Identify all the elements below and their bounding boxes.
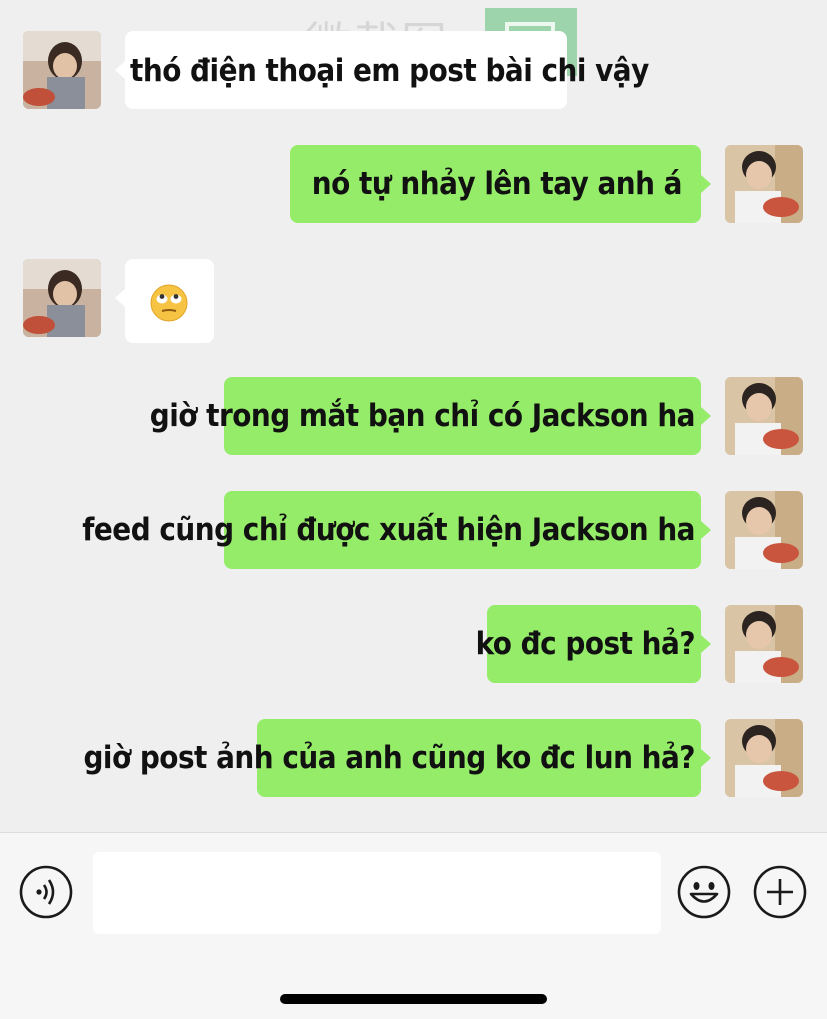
contact-avatar[interactable] (23, 259, 101, 337)
my-avatar[interactable] (725, 145, 803, 223)
message-text: thó điện thoại em post bài chi vậy (130, 53, 649, 89)
voice-icon[interactable] (19, 865, 73, 919)
message-text: ko đc post hả? (475, 626, 696, 662)
rolling-eyes-emoji-icon (150, 284, 188, 322)
my-avatar[interactable] (725, 719, 803, 797)
chat-area: 微截图 thó điện thoại em post bài chi vậy n… (0, 0, 827, 832)
message-text: nó tự nhảy lên tay anh á (311, 166, 683, 202)
message-input[interactable] (93, 852, 661, 934)
message-text: feed cũng chỉ được xuất hiện Jackson ha (82, 512, 695, 548)
contact-avatar[interactable] (23, 31, 101, 109)
my-avatar[interactable] (725, 377, 803, 455)
plus-icon[interactable] (753, 865, 807, 919)
my-avatar[interactable] (725, 491, 803, 569)
my-avatar[interactable] (725, 605, 803, 683)
message-text: giờ post ảnh của anh cũng ko đc lun hả? (83, 740, 695, 776)
emoji-icon[interactable] (677, 865, 731, 919)
home-indicator[interactable] (280, 994, 547, 1004)
message-text: giờ trong mắt bạn chỉ có Jackson ha (149, 398, 696, 434)
